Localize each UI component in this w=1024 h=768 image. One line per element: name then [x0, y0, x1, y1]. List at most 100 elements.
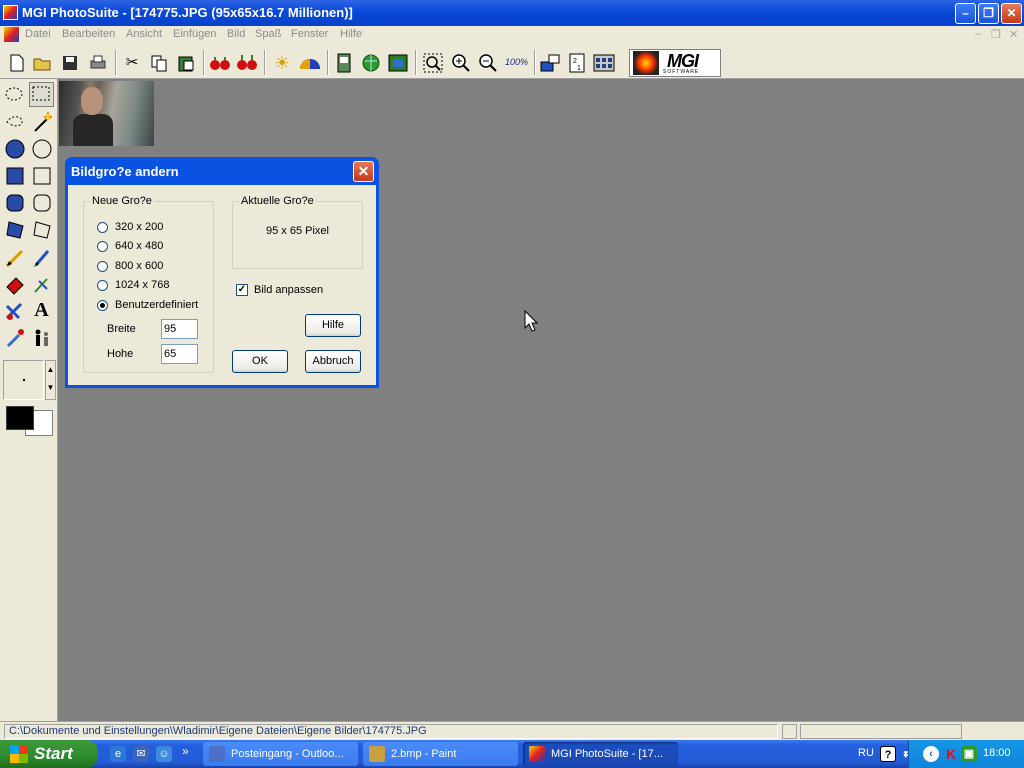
clock[interactable]: 18:00	[983, 747, 1011, 759]
open-icon[interactable]	[31, 51, 55, 74]
eraser-icon[interactable]	[2, 271, 27, 296]
doc-close-button[interactable]: ✕	[1009, 28, 1018, 41]
globe-icon[interactable]	[359, 51, 383, 74]
people-icon[interactable]	[29, 325, 54, 350]
task-outlook[interactable]: Posteingang - Outloo...	[203, 742, 358, 766]
menu-einfuegen[interactable]: Einfügen	[173, 28, 216, 40]
help-button[interactable]: Hilfe	[305, 314, 361, 337]
paste-icon[interactable]	[174, 51, 198, 74]
copy-icon[interactable]	[147, 51, 171, 74]
dialog-body: Neue Gro?e 320 x 200 640 x 480 800 x 600…	[68, 185, 376, 385]
polygon-icon[interactable]	[29, 217, 54, 242]
radio-800x600[interactable]: 800 x 600	[97, 260, 163, 272]
width-field[interactable]	[161, 319, 198, 339]
radio-button[interactable]	[97, 260, 108, 272]
status-pane	[800, 724, 962, 739]
resize-dialog: Bildgro?e andern ✕ Neue Gro?e 320 x 200 …	[65, 157, 379, 388]
radio-1024x768[interactable]: 1024 x 768	[97, 279, 169, 291]
brush-size-preview[interactable]	[3, 360, 44, 400]
brush-icon[interactable]	[29, 244, 54, 269]
radio-640x480[interactable]: 640 x 480	[97, 240, 163, 252]
minimize-button[interactable]: –	[955, 3, 976, 24]
color-icon[interactable]	[298, 51, 322, 74]
menu-spass[interactable]: Spaß	[255, 28, 281, 40]
print-icon[interactable]	[86, 51, 110, 74]
dialog-close-button[interactable]: ✕	[353, 161, 374, 182]
new-icon[interactable]	[5, 51, 29, 74]
radio-custom[interactable]: Benutzerdefiniert	[97, 299, 198, 311]
title-bar[interactable]: MGI PhotoSuite - [174775.JPG (95x65x16.7…	[0, 0, 1024, 26]
zoom-in-icon[interactable]	[449, 51, 473, 74]
document-image[interactable]	[59, 81, 154, 146]
menu-bild[interactable]: Bild	[227, 28, 245, 40]
app-icon[interactable]	[3, 5, 18, 20]
ellipse-select-icon[interactable]	[2, 82, 27, 107]
ie-icon[interactable]: e	[110, 746, 126, 762]
rect-icon[interactable]	[29, 163, 54, 188]
close-button[interactable]: ✕	[1001, 3, 1022, 24]
messenger-icon[interactable]: ☺	[156, 746, 172, 762]
filled-polygon-icon[interactable]	[2, 217, 27, 242]
kaspersky-icon[interactable]: K	[943, 746, 959, 762]
red-eye-icon[interactable]	[208, 51, 232, 74]
red-eye-remove-icon[interactable]	[235, 51, 259, 74]
ok-button[interactable]: OK	[232, 350, 288, 373]
language-indicator[interactable]: RU	[858, 747, 874, 759]
menu-bearbeiten[interactable]: Bearbeiten	[62, 28, 115, 40]
help-tray-icon[interactable]: ?	[880, 746, 896, 762]
quick-launch-more-icon[interactable]: »	[182, 744, 189, 758]
radio-320x200[interactable]: 320 x 200	[97, 221, 163, 233]
doc-restore-button[interactable]: ❐	[991, 28, 1001, 41]
doc-minimize-button[interactable]: –	[975, 28, 981, 40]
pencil-icon[interactable]	[2, 244, 27, 269]
outlook-icon[interactable]: ✉	[133, 746, 149, 762]
cancel-button[interactable]: Abbruch	[305, 350, 361, 373]
frame-icon[interactable]	[386, 51, 410, 74]
height-field[interactable]	[161, 344, 198, 364]
restore-button[interactable]: ❐	[978, 3, 999, 24]
circle-icon[interactable]	[29, 136, 54, 161]
radio-button[interactable]	[97, 240, 108, 252]
text-icon[interactable]: A	[29, 298, 54, 323]
brush-dot	[23, 379, 25, 381]
filled-rounded-rect-icon[interactable]	[2, 190, 27, 215]
rect-select-icon[interactable]	[29, 82, 54, 107]
brush-size-spinner[interactable]: ▲ ▼	[45, 360, 56, 400]
menu-ansicht[interactable]: Ansicht	[126, 28, 162, 40]
toolbar-separator	[264, 50, 266, 75]
filled-rect-icon[interactable]	[2, 163, 27, 188]
radio-button[interactable]	[97, 221, 108, 233]
cut-icon[interactable]: ✂	[120, 51, 144, 74]
radio-label: 320 x 200	[115, 221, 164, 233]
fit-image-checkbox[interactable]: ✓	[236, 284, 248, 296]
zoom-out-icon[interactable]	[476, 51, 500, 74]
mgi-logo[interactable]: MGI SOFTWARE	[629, 49, 721, 77]
menu-hilfe[interactable]: Hilfe	[340, 28, 362, 40]
radio-button[interactable]	[97, 279, 108, 291]
collage-icon[interactable]	[332, 51, 356, 74]
monitor-tray-icon[interactable]: ▣	[961, 746, 977, 762]
radio-button-selected[interactable]	[97, 299, 108, 311]
fill-icon[interactable]	[2, 298, 27, 323]
start-button[interactable]: Start	[0, 740, 98, 768]
magic-wand-icon[interactable]	[29, 109, 54, 134]
filled-circle-icon[interactable]	[2, 136, 27, 161]
zoom-100-icon[interactable]: 100%	[503, 51, 530, 74]
task-paint[interactable]: 2.bmp - Paint	[363, 742, 518, 766]
foreground-color-swatch[interactable]	[6, 406, 34, 430]
camera-icon[interactable]	[538, 51, 562, 74]
save-icon[interactable]	[58, 51, 82, 74]
task-photosuite[interactable]: MGI PhotoSuite - [17...	[523, 742, 678, 766]
document-icon[interactable]	[4, 27, 19, 42]
brightness-icon[interactable]: ☀	[270, 51, 294, 74]
calendar-icon[interactable]: 21	[565, 51, 589, 74]
menu-datei[interactable]: Datei	[25, 28, 51, 40]
album-icon[interactable]	[592, 51, 616, 74]
zoom-select-icon[interactable]	[421, 51, 445, 74]
collapse-tray-icon[interactable]: ‹	[923, 746, 939, 762]
eyedropper-icon[interactable]	[2, 325, 27, 350]
lasso-icon[interactable]	[2, 109, 27, 134]
rounded-rect-icon[interactable]	[29, 190, 54, 215]
menu-fenster[interactable]: Fenster	[291, 28, 328, 40]
clone-icon[interactable]	[29, 271, 54, 296]
